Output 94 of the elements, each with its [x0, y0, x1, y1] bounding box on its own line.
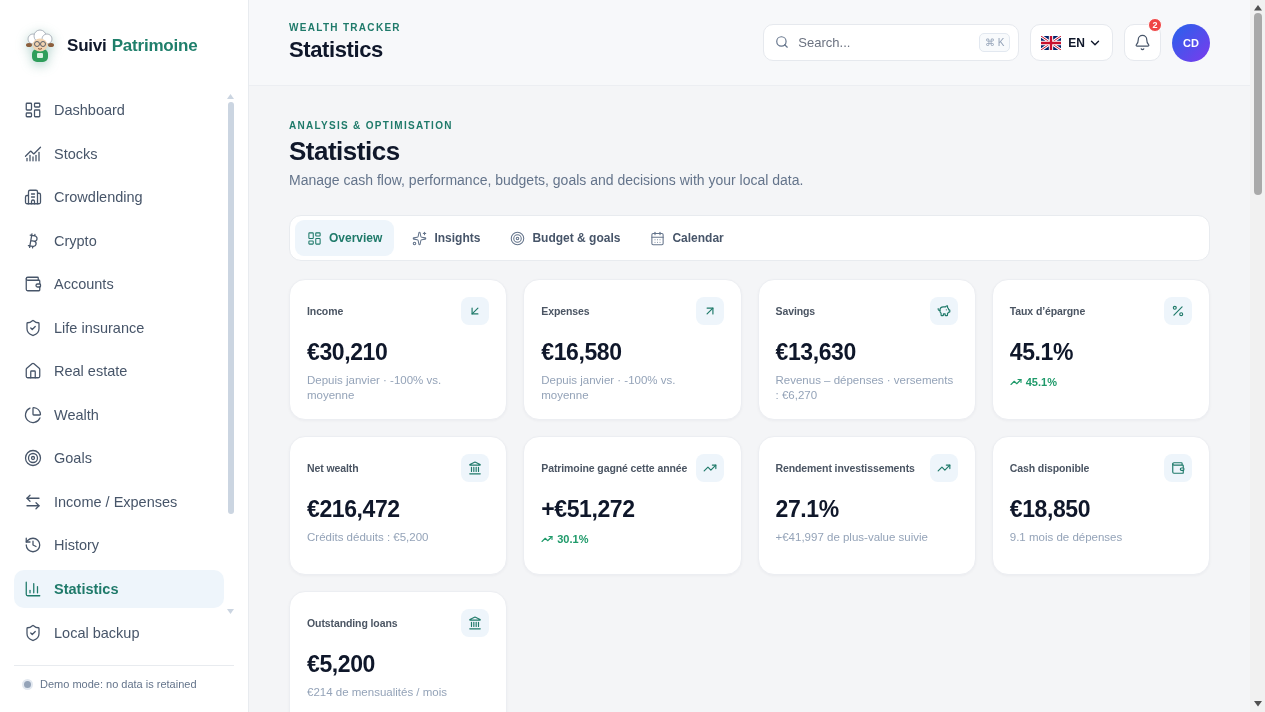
shortcut-hint: ⌘ K	[978, 33, 1011, 52]
piggy-bank-icon	[929, 297, 958, 325]
card-value: €30,210	[307, 338, 389, 366]
scrollbar-thumb[interactable]	[1253, 12, 1262, 195]
search-icon	[775, 35, 790, 49]
chart-icon	[24, 144, 42, 163]
card-label: Cash disponible	[1009, 461, 1090, 476]
tab[interactable]: Calendar	[638, 220, 736, 256]
header-eyebrow: WEALTH TRACKER	[289, 22, 401, 33]
dashboard-grid-icon	[24, 101, 42, 119]
nav-item[interactable]: Stocks	[14, 134, 224, 173]
nav-item[interactable]: Dashboard	[14, 91, 224, 129]
bell-icon	[1134, 34, 1151, 51]
nav-item[interactable]: Statistics	[14, 569, 224, 608]
card-label: Savings	[775, 304, 816, 319]
uk-flag-icon	[1041, 35, 1062, 50]
nav-item[interactable]: Local backup	[14, 614, 234, 652]
card-note: Revenus – dépenses · versements : €6,270	[775, 373, 955, 403]
nav-item[interactable]: Accounts	[14, 265, 224, 303]
notification-badge: 2	[1148, 18, 1162, 32]
card-value: 45.1%	[1009, 338, 1074, 366]
bar-chart-icon	[24, 579, 42, 598]
trend-value: 45.1%	[1025, 376, 1057, 388]
nav-item[interactable]: Goals	[14, 439, 224, 477]
nav-item[interactable]: History	[14, 526, 224, 564]
wallet-icon	[1164, 454, 1192, 482]
avatar-button[interactable]: CD	[1172, 23, 1210, 62]
scrollbar-thumb[interactable]	[227, 101, 234, 514]
nav-item[interactable]: Crypto	[14, 221, 224, 260]
card-note: 9.1 mois de dépenses	[1009, 530, 1124, 545]
target-icon	[510, 230, 526, 246]
brand-name: Patrimoine	[111, 35, 198, 56]
card-label: Expenses	[541, 304, 590, 319]
header-title: Statistics	[289, 37, 384, 63]
page-subtitle: Manage cash flow, performance, budgets, goals and decisions with your local data.	[289, 172, 805, 188]
trend-up-icon	[541, 533, 554, 545]
sparkles-icon	[412, 230, 428, 246]
card-note: Depuis janvier · -100% vs. moyenne	[541, 373, 677, 403]
sheep-logo-icon	[23, 28, 57, 63]
card-note: Crédits déduits : €5,200	[307, 530, 430, 545]
shield-check-icon	[24, 624, 42, 642]
pie-chart-icon	[24, 405, 42, 424]
card-value: 27.1%	[775, 495, 840, 523]
house-icon	[24, 362, 42, 380]
wallet-icon	[24, 275, 42, 293]
nav-item[interactable]: Real estate	[14, 352, 224, 390]
page-scrollbar[interactable]	[1250, 0, 1265, 712]
trend-value: 30.1%	[557, 533, 589, 545]
demo-notice: Demo mode: no data is retained	[40, 678, 197, 690]
trend-up-icon	[929, 454, 958, 482]
arrow-down-left-icon	[461, 297, 490, 325]
card-note: €214 de mensualités / mois	[307, 685, 448, 700]
tab[interactable]: Budget & goals	[498, 220, 633, 256]
card-label: Income	[307, 304, 344, 319]
bank-icon	[461, 454, 490, 482]
nav-item[interactable]: Income / Expenses	[14, 482, 224, 521]
history-icon	[24, 536, 42, 554]
card-value: €16,580	[541, 338, 623, 366]
calendar-icon	[650, 230, 666, 246]
page-eyebrow: ANALYSIS & OPTIMISATION	[289, 120, 454, 131]
target-icon	[24, 449, 42, 467]
shield-check-icon	[24, 318, 42, 337]
grid-icon	[307, 230, 322, 246]
trend-up-icon	[1009, 376, 1022, 388]
card-label: Taux d’épargne	[1009, 304, 1086, 319]
bank-icon	[461, 609, 490, 637]
scroll-up-arrow-icon[interactable]	[1253, 5, 1262, 11]
nav-item[interactable]: Crowdlending	[14, 178, 224, 216]
percent-icon	[1164, 297, 1192, 325]
card-note: Depuis janvier · -100% vs. moyenne	[307, 373, 443, 403]
card-label: Rendement investissements	[775, 461, 915, 476]
card-note: +€41,997 de plus-value suivie	[775, 530, 929, 545]
card-label: Patrimoine gagné cette année	[541, 461, 688, 476]
arrow-up-right-icon	[695, 297, 724, 325]
status-dot-icon	[22, 678, 33, 690]
card-label: Net wealth	[307, 461, 359, 476]
trend-up-icon	[695, 454, 724, 482]
brand-name: Suivi	[67, 35, 107, 56]
tab[interactable]: Insights	[400, 220, 493, 256]
nav-item[interactable]: Wealth	[14, 395, 224, 434]
language-button[interactable]: EN	[1030, 24, 1113, 61]
card-value: €5,200	[307, 650, 376, 678]
nav-item[interactable]: Life insurance	[14, 308, 224, 347]
building-icon	[24, 188, 42, 206]
card-label: Outstanding loans	[307, 616, 398, 631]
card-value: €13,630	[775, 338, 857, 366]
card-value: €18,850	[1009, 495, 1092, 523]
card-value: +€51,272	[541, 495, 636, 523]
scroll-down-arrow-icon[interactable]	[1253, 701, 1262, 707]
arrows-left-right-icon	[24, 492, 42, 511]
card-value: €216,472	[307, 495, 401, 523]
page-title: Statistics	[289, 136, 401, 167]
tab[interactable]: Overview	[295, 220, 395, 256]
notifications-button[interactable]	[1124, 24, 1161, 61]
